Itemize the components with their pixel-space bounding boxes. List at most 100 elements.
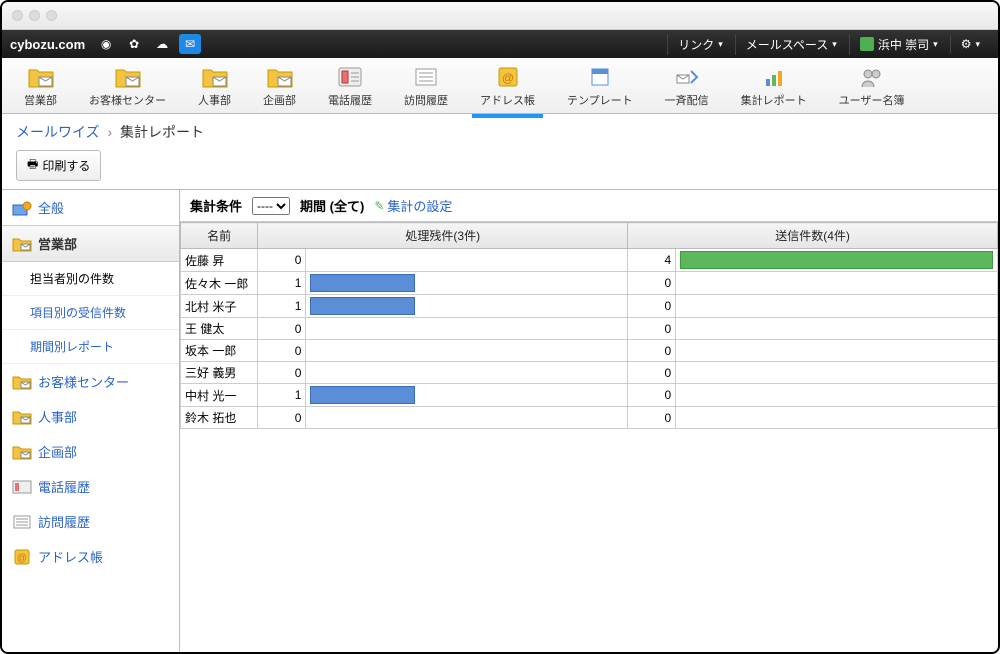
toolbar-item-plan[interactable]: 企画部 [259,62,300,110]
toolbar-item-tmpl[interactable]: テンプレート [563,62,637,110]
cell-pending-bar [306,318,628,340]
broadcast-icon [673,64,701,90]
toolbar-item-bulk[interactable]: 一斉配信 [661,62,713,110]
folder-mail-icon [27,64,55,90]
cell-sent-value: 0 [628,407,676,429]
condition-bar: 集計条件 ---- 期間 (全て) ✎集計の設定 [180,190,998,222]
folder-mail-icon [12,235,32,253]
traffic-light-max[interactable] [46,10,57,21]
table-row: 王 健太00 [181,318,998,340]
users-icon [858,64,886,90]
table-row: 中村 光一10 [181,384,998,407]
phone-log-icon [336,64,364,90]
folder-mail-icon [266,64,294,90]
user-menu[interactable]: 浜中 崇司▾ [849,34,948,55]
cell-name: 佐々木 一郎 [181,272,258,295]
cell-sent-value: 0 [628,340,676,362]
cell-sent-bar [676,407,998,429]
folder-mail-icon [12,408,32,426]
cell-pending-value: 0 [258,249,306,272]
cell-pending-bar [306,295,628,318]
sidebar-item[interactable]: 企画部 [2,434,179,469]
toolbar-item-sales[interactable]: 営業部 [20,62,61,110]
cell-sent-bar [676,384,998,407]
svg-text:@: @ [17,553,27,564]
cell-pending-bar [306,340,628,362]
chevron-right-icon: › [103,124,116,140]
toolbar-item-visit[interactable]: 訪問履歴 [400,62,452,110]
aggregation-settings-link[interactable]: ✎集計の設定 [374,196,452,215]
cell-sent-bar [676,362,998,384]
folder-mail-icon [114,64,142,90]
cell-name: 佐藤 昇 [181,249,258,272]
sidebar-sub-item[interactable]: 担当者別の件数 [2,262,179,296]
sidebar-group-sales[interactable]: 営業部 [2,225,179,262]
toolbar-item-report[interactable]: 集計レポート [737,62,811,110]
bell-icon[interactable]: ☁ [151,34,173,54]
cell-name: 中村 光一 [181,384,258,407]
mailspace-dropdown[interactable]: メールスペース▾ [735,34,847,55]
visit-log-icon [412,64,440,90]
cell-sent-value: 0 [628,272,676,295]
sidebar-item[interactable]: @アドレス帳 [2,539,179,574]
cell-pending-bar [306,249,628,272]
gear-icon[interactable]: ✿ [123,34,145,54]
traffic-light-min[interactable] [29,10,40,21]
sidebar-sub-item[interactable]: 期間別レポート [2,330,179,364]
general-icon [12,199,32,217]
sidebar-item[interactable]: 訪問履歴 [2,504,179,539]
sidebar-item[interactable]: 電話履歴 [2,469,179,504]
cell-name: 三好 義男 [181,362,258,384]
cell-sent-bar [676,340,998,362]
table-row: 三好 義男00 [181,362,998,384]
toolbar-item-addr[interactable]: @アドレス帳 [476,62,539,110]
settings-menu[interactable]: ⚙▾ [950,35,990,53]
cell-name: 王 健太 [181,318,258,340]
report-icon [760,64,788,90]
cell-sent-bar [676,295,998,318]
globe-icon[interactable]: ◉ [95,34,117,54]
sidebar-item-general[interactable]: 全般 [2,190,179,225]
cell-pending-value: 1 [258,272,306,295]
cell-name: 鈴木 拓也 [181,407,258,429]
toolbar-item-cs[interactable]: お客様センター [85,62,170,110]
pencil-icon: ✎ [374,199,384,213]
window-titlebar [2,2,998,30]
table-row: 北村 米子10 [181,295,998,318]
sidebar-sub-item[interactable]: 項目別の受信件数 [2,296,179,330]
toolbar-item-hr[interactable]: 人事部 [194,62,235,110]
table-row: 鈴木 拓也00 [181,407,998,429]
main-toolbar: 営業部お客様センター人事部企画部電話履歴訪問履歴 @アドレス帳テンプレート一斉配信… [2,58,998,114]
report-table: 名前 処理残件(3件) 送信件数(4件) 佐藤 昇04佐々木 一郎10北村 米子… [180,222,998,429]
condition-select[interactable]: ---- [252,197,290,215]
sidebar-item[interactable]: 人事部 [2,399,179,434]
breadcrumb-root[interactable]: メールワイズ [16,124,100,140]
cell-sent-bar [676,249,998,272]
condition-label: 集計条件 [190,196,242,215]
cell-pending-value: 0 [258,340,306,362]
cell-pending-value: 0 [258,362,306,384]
cell-sent-value: 0 [628,295,676,318]
address-book-icon: @ [494,64,522,90]
cell-pending-value: 0 [258,407,306,429]
printer-icon: 🖶 [27,155,38,176]
cell-pending-bar [306,407,628,429]
phone-log-icon [12,478,32,496]
traffic-light-close[interactable] [12,10,23,21]
template-icon [586,64,614,90]
content-area: 集計条件 ---- 期間 (全て) ✎集計の設定 名前 処理残件(3件) 送信件… [180,190,998,652]
cell-name: 北村 米子 [181,295,258,318]
sidebar-item[interactable]: お客様センター [2,364,179,399]
mail-icon[interactable]: ✉ [179,34,201,54]
link-dropdown[interactable]: リンク▾ [667,34,733,55]
brand-label: cybozu.com [10,37,89,52]
cell-sent-value: 0 [628,362,676,384]
toolbar-item-users[interactable]: ユーザー名簿 [835,62,909,110]
cell-sent-bar [676,272,998,295]
svg-text:@: @ [501,71,513,85]
print-button[interactable]: 🖶 印刷する [16,150,101,181]
folder-mail-icon [12,373,32,391]
global-topbar: cybozu.com ◉ ✿ ☁ ✉ リンク▾ メールスペース▾ 浜中 崇司▾ … [2,30,998,58]
cell-pending-bar [306,272,628,295]
toolbar-item-tel[interactable]: 電話履歴 [324,62,376,110]
